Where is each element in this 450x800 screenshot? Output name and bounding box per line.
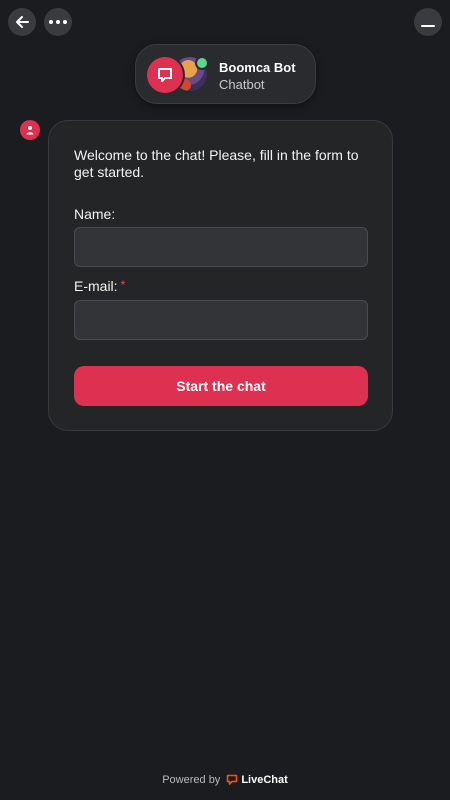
arrow-left-icon (16, 16, 29, 28)
online-status-indicator (197, 58, 207, 68)
start-chat-button[interactable]: Start the chat (74, 366, 368, 406)
user-icon (26, 126, 34, 135)
bot-name: Boomca Bot (219, 60, 296, 75)
minimize-button[interactable] (414, 8, 442, 36)
back-button[interactable] (8, 8, 36, 36)
more-horizontal-icon (49, 20, 67, 24)
livechat-logo-icon (226, 774, 238, 786)
prechat-form: Welcome to the chat! Please, fill in the… (48, 120, 393, 431)
email-label: E-mail: * (74, 278, 125, 294)
powered-by-footer[interactable]: Powered by LiveChat (0, 774, 450, 786)
more-options-button[interactable] (44, 8, 72, 36)
name-label-text: Name: (74, 206, 116, 222)
livechat-brand: LiveChat (241, 774, 288, 786)
message-avatar (20, 120, 40, 140)
livechat-logo-icon (147, 57, 183, 93)
powered-by-text: Powered by (162, 774, 221, 786)
bot-role: Chatbot (219, 77, 265, 92)
chat-header: Boomca Bot Chatbot (135, 44, 316, 104)
email-label-text: E-mail: (74, 278, 118, 294)
name-label: Name: (74, 206, 115, 222)
email-field[interactable] (74, 300, 368, 340)
required-marker: * (120, 278, 126, 292)
welcome-message: Welcome to the chat! Please, fill in the… (74, 147, 359, 180)
name-field[interactable] (74, 227, 368, 267)
minimize-icon (421, 25, 435, 27)
